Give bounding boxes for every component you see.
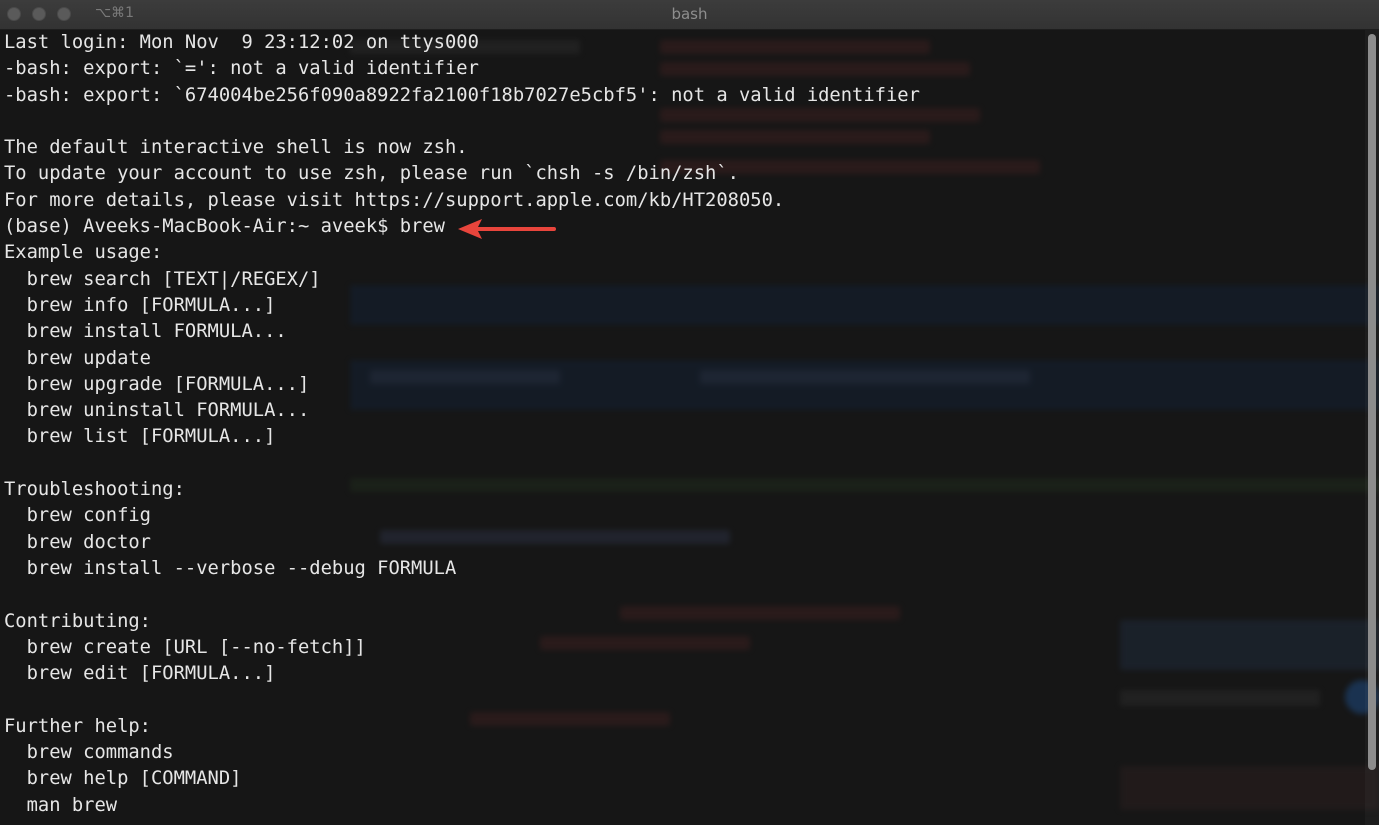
title-bar: ⌥⌘1 bash <box>0 0 1379 30</box>
window-title: bash <box>671 5 708 23</box>
terminal-line: brew config <box>4 505 151 527</box>
terminal-line: brew info [FORMULA...] <box>4 294 276 316</box>
terminal-line: brew install FORMULA... <box>4 321 287 343</box>
terminal-line: brew update <box>4 347 151 369</box>
red-arrow-icon <box>458 219 556 239</box>
terminal-line: For more details, please visit https://s… <box>4 189 785 211</box>
terminal-line: (base) Aveeks-MacBook-Air:~ aveek$ brew <box>4 216 445 238</box>
terminal-line: Troubleshooting: <box>4 479 185 501</box>
terminal-line: Further help: <box>4 715 151 737</box>
terminal-line: brew help [COMMAND] <box>4 768 242 790</box>
terminal-line: brew create [URL [--no-fetch]] <box>4 636 366 658</box>
terminal-line: man brew <box>4 794 118 816</box>
terminal-line: brew edit [FORMULA...] <box>4 663 276 685</box>
terminal-line: The default interactive shell is now zsh… <box>4 137 468 159</box>
terminal-line: brew commands <box>4 742 174 764</box>
terminal-line: To update your account to use zsh, pleas… <box>4 163 739 185</box>
terminal-line: brew install --verbose --debug FORMULA <box>4 557 457 579</box>
terminal-line: Example usage: <box>4 242 163 264</box>
scrollbar-thumb[interactable] <box>1368 34 1376 770</box>
terminal-line: brew uninstall FORMULA... <box>4 400 310 422</box>
terminal-output[interactable]: Last login: Mon Nov 9 23:12:02 on ttys00… <box>4 30 1359 825</box>
terminal-line: brew doctor <box>4 531 151 553</box>
terminal-line: brew list [FORMULA...] <box>4 426 276 448</box>
terminal-window: ⌥⌘1 bash Last login: Mon Nov 9 23:12:02 … <box>0 0 1379 825</box>
terminal-line: Last login: Mon Nov 9 23:12:02 on ttys00… <box>4 32 479 53</box>
terminal-line: brew search [TEXT|/REGEX/] <box>4 268 321 290</box>
terminal-line: -bash: export: `674004be256f090a8922fa21… <box>4 84 920 106</box>
terminal-line: -bash: export: `=': not a valid identifi… <box>4 58 479 80</box>
terminal-line: brew upgrade [FORMULA...] <box>4 373 310 395</box>
terminal-line: Contributing: <box>4 610 151 632</box>
